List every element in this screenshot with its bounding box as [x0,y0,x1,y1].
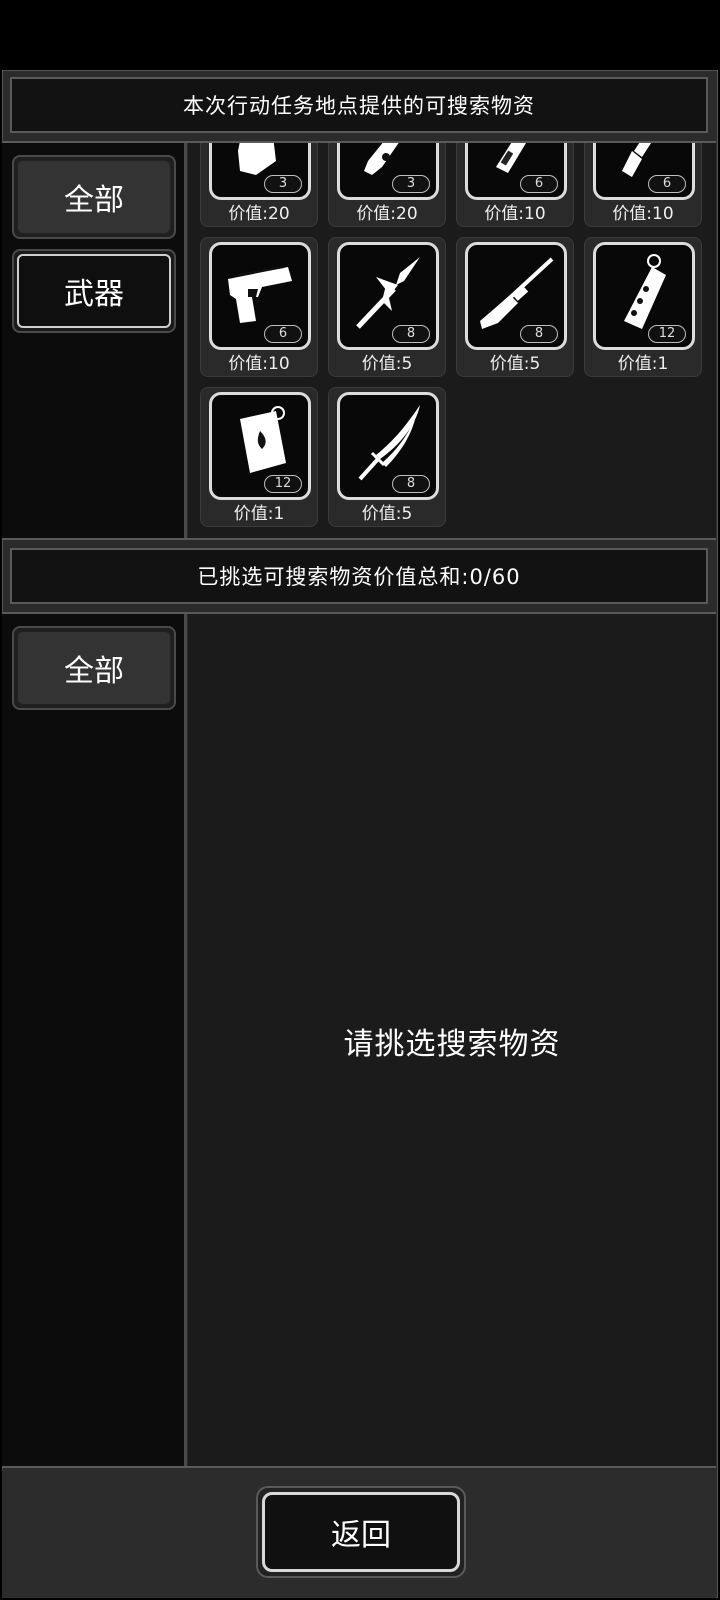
selected-supplies-panel: 全部 请挑选搜索物资 [2,612,716,1468]
item-quantity: 8 [392,475,430,493]
pistol-icon [228,266,292,323]
item-card-grenade[interactable]: 12 价值:1 [584,237,702,377]
item-quantity: 12 [264,475,302,493]
category-all-label: 全部 [64,183,124,218]
item-quantity: 8 [392,325,430,343]
grenade-icon [624,254,666,329]
item-card-syringe[interactable]: 3 价值:20 [328,143,446,227]
item-quantity: 8 [520,325,558,343]
available-supplies-title-text: 本次行动任务地点提供的可搜索物资 [183,94,535,118]
item-price: 价值:20 [228,204,290,224]
back-button-label: 返回 [331,1518,391,1553]
item-card-incendiary[interactable]: 12 价值:1 [200,387,318,527]
item-card-shotgun[interactable]: 8 价值:5 [456,237,574,377]
item-card-spear[interactable]: 8 价值:5 [328,237,446,377]
available-supplies-title: 本次行动任务地点提供的可搜索物资 [10,77,708,133]
selected-total-text: 已挑选可搜索物资价值总和:0/60 [197,565,521,589]
item-price: 价值:5 [361,354,413,374]
item-quantity: 6 [648,175,686,193]
empty-selection-message: 请挑选搜索物资 [343,1027,561,1062]
category-all-button[interactable]: 全部 [12,155,176,239]
item-price: 价值:10 [612,204,674,224]
available-items-grid[interactable]: 3 价值:20 3 价值:20 6 价值:10 6 价值:10 6 价值:10 … [188,143,716,538]
item-card-pistol[interactable]: 6 价值:10 [200,237,318,377]
item-quantity: 6 [520,175,558,193]
item-price: 价值:20 [356,204,418,224]
item-quantity: 3 [392,175,430,193]
selected-total-title: 已挑选可搜索物资价值总和:0/60 [10,548,708,604]
item-card-baton[interactable]: 6 价值:10 [456,143,574,227]
shotgun-icon [480,257,554,329]
item-card-knife[interactable]: 6 价值:10 [584,143,702,227]
item-quantity: 12 [648,325,686,343]
selected-category-sidebar: 全部 [2,614,187,1466]
katana-icon [358,405,420,481]
spear-icon [356,257,420,329]
item-quantity: 6 [264,325,302,343]
item-price: 价值:10 [484,204,546,224]
category-weapons-label: 武器 [64,277,124,312]
item-price: 价值:10 [228,354,290,374]
item-price: 价值:5 [489,354,541,374]
item-price: 价值:5 [361,504,413,524]
back-button[interactable]: 返回 [256,1486,466,1578]
selected-items-area: 请挑选搜索物资 [188,614,716,1466]
category-weapons-button[interactable]: 武器 [12,249,176,333]
item-quantity: 3 [264,175,302,193]
item-card-bandage[interactable]: 3 价值:20 [200,143,318,227]
incendiary-icon [240,406,286,473]
footer-bar: 返回 [2,1470,716,1598]
available-supplies-panel: 全部 武器 3 价值:20 3 价值:20 6 价值:10 6 价值:10 6 … [2,141,716,540]
item-price: 价值:1 [233,504,285,524]
item-price: 价值:1 [617,354,669,374]
item-card-katana[interactable]: 8 价值:5 [328,387,446,527]
selected-category-all-button[interactable]: 全部 [12,626,176,710]
selected-category-all-label: 全部 [64,654,124,689]
available-category-sidebar: 全部 武器 [2,143,187,538]
